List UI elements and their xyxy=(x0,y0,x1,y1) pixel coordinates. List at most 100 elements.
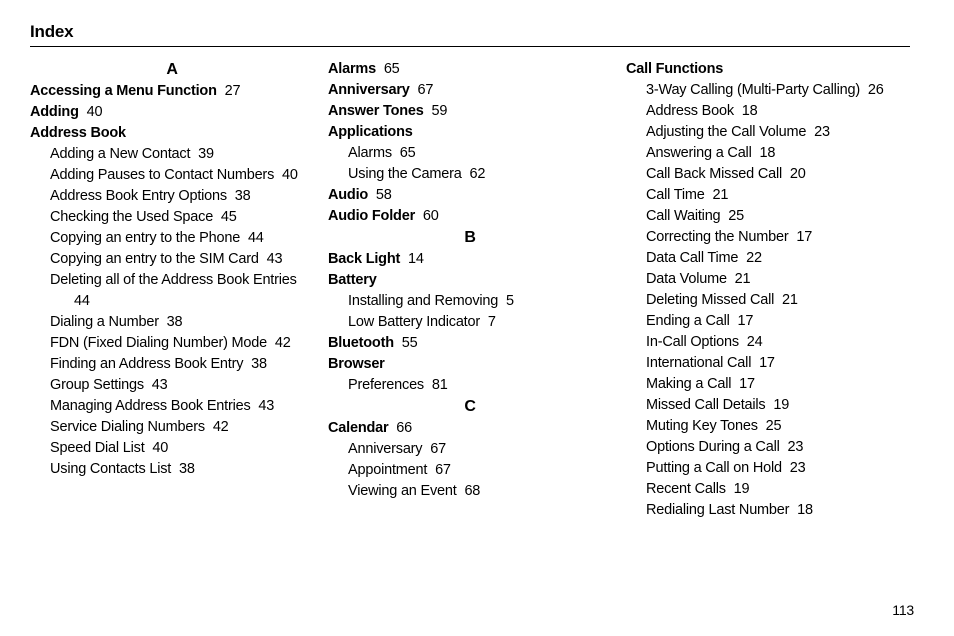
index-subentry: Options During a Call 23 xyxy=(646,437,910,458)
index-subentry: Preferences 81 xyxy=(348,375,612,396)
index-entry-label: Installing and Removing xyxy=(348,293,498,309)
index-entry-label: Applications xyxy=(328,124,413,140)
index-entry-label: Options During a Call xyxy=(646,439,780,455)
index-subentry: Alarms 65 xyxy=(348,143,612,164)
index-letter: B xyxy=(328,229,612,247)
index-entry-label: Finding an Address Book Entry xyxy=(50,356,243,372)
index-subentry: Copying an entry to the SIM Card 43 xyxy=(50,249,314,270)
index-subentry: Deleting Missed Call 21 xyxy=(646,290,910,311)
index-entry-label: Correcting the Number xyxy=(646,229,788,245)
index-entry: Address Book xyxy=(30,123,314,144)
index-entry-page: 40 xyxy=(87,104,103,120)
index-entry-page: 27 xyxy=(225,83,241,99)
page-number: 113 xyxy=(892,602,914,618)
index-subentry: Copying an entry to the Phone 44 xyxy=(50,228,314,249)
index-letter: A xyxy=(30,61,314,79)
index-entry-page: 68 xyxy=(464,483,480,499)
index-entry-label: Managing Address Book Entries xyxy=(50,398,251,414)
index-entry-page: 43 xyxy=(152,377,168,393)
index-subentry: International Call 17 xyxy=(646,353,910,374)
index-entry-label: Using the Camera xyxy=(348,166,462,182)
index-letter: C xyxy=(328,398,612,416)
index-column-1: AAccessing a Menu Function 27Adding 40Ad… xyxy=(30,59,314,521)
index-entry: Audio Folder 60 xyxy=(328,206,612,227)
index-entry: Alarms 65 xyxy=(328,59,612,80)
index-entry-page: 25 xyxy=(766,418,782,434)
index-entry-label: Anniversary xyxy=(348,441,422,457)
index-subentry: Adjusting the Call Volume 23 xyxy=(646,122,910,143)
index-subentry: Finding an Address Book Entry 38 xyxy=(50,354,314,375)
index-entry-page: 23 xyxy=(790,460,806,476)
index-entry: Back Light 14 xyxy=(328,249,612,270)
index-subentry: Dialing a Number 38 xyxy=(50,312,314,333)
index-entry: Anniversary 67 xyxy=(328,80,612,101)
index-subentry: Data Call Time 22 xyxy=(646,248,910,269)
index-subentry: Answering a Call 18 xyxy=(646,143,910,164)
index-entry-page: 55 xyxy=(402,335,418,351)
index-entry-label: Answer Tones xyxy=(328,103,424,119)
index-entry-label: Deleting Missed Call xyxy=(646,292,774,308)
index-subentry: Checking the Used Space 45 xyxy=(50,207,314,228)
index-entry-page: 44 xyxy=(74,293,90,309)
index-entry-page: 18 xyxy=(759,145,775,161)
index-entry-label: Call Back Missed Call xyxy=(646,166,782,182)
index-entry-label: Preferences xyxy=(348,377,424,393)
index-entry-page: 65 xyxy=(384,61,400,77)
index-entry-label: Alarms xyxy=(328,61,376,77)
index-entry-page: 39 xyxy=(198,146,214,162)
index-subentry: Service Dialing Numbers 42 xyxy=(50,417,314,438)
index-entry-label: 3-Way Calling (Multi-Party Calling) xyxy=(646,82,860,98)
index-entry-label: International Call xyxy=(646,355,751,371)
index-entry-page: 38 xyxy=(251,356,267,372)
index-entry-page: 25 xyxy=(728,208,744,224)
index-entry-page: 40 xyxy=(282,167,298,183)
index-subentry: Call Waiting 25 xyxy=(646,206,910,227)
index-entry: Applications xyxy=(328,122,612,143)
index-subentry: Using Contacts List 38 xyxy=(50,459,314,480)
index-entry-page: 67 xyxy=(435,462,451,478)
index-subentry: 3-Way Calling (Multi-Party Calling) 26 xyxy=(646,80,910,101)
index-entry-label: Address Book xyxy=(646,103,734,119)
index-subentry: Address Book 18 xyxy=(646,101,910,122)
index-entry-page: 22 xyxy=(746,250,762,266)
index-subentry: Call Back Missed Call 20 xyxy=(646,164,910,185)
index-subentry: In-Call Options 24 xyxy=(646,332,910,353)
index-entry-label: Missed Call Details xyxy=(646,397,766,413)
index-column-2: Alarms 65Anniversary 67Answer Tones 59Ap… xyxy=(328,59,612,521)
index-entry-page: 38 xyxy=(179,461,195,477)
index-subentry: Speed Dial List 40 xyxy=(50,438,314,459)
index-entry: Accessing a Menu Function 27 xyxy=(30,81,314,102)
index-entry-label: Back Light xyxy=(328,251,400,267)
index-entry-label: Appointment xyxy=(348,462,427,478)
index-entry-label: Bluetooth xyxy=(328,335,394,351)
index-subentry: Call Time 21 xyxy=(646,185,910,206)
index-entry-label: Adjusting the Call Volume xyxy=(646,124,806,140)
index-entry: Calendar 66 xyxy=(328,418,612,439)
index-entry-label: Data Call Time xyxy=(646,250,738,266)
index-entry-label: Adding a New Contact xyxy=(50,146,190,162)
index-entry-label: Copying an entry to the SIM Card xyxy=(50,251,259,267)
index-entry-label: Call Waiting xyxy=(646,208,720,224)
index-entry-label: Call Functions xyxy=(626,61,723,77)
index-entry-label: Putting a Call on Hold xyxy=(646,460,782,476)
index-subentry: Group Settings 43 xyxy=(50,375,314,396)
index-entry-page: 59 xyxy=(431,103,447,119)
index-entry-page: 19 xyxy=(734,481,750,497)
index-entry: Answer Tones 59 xyxy=(328,101,612,122)
index-entry: Audio 58 xyxy=(328,185,612,206)
index-entry: Adding 40 xyxy=(30,102,314,123)
index-columns: AAccessing a Menu Function 27Adding 40Ad… xyxy=(30,59,910,521)
index-entry-label: Answering a Call xyxy=(646,145,752,161)
index-subentry: Correcting the Number 17 xyxy=(646,227,910,248)
index-entry-label: Group Settings xyxy=(50,377,144,393)
index-entry-page: 43 xyxy=(258,398,274,414)
index-entry-page: 23 xyxy=(787,439,803,455)
index-entry-page: 42 xyxy=(275,335,291,351)
index-subentry: Using the Camera 62 xyxy=(348,164,612,185)
index-entry-label: Recent Calls xyxy=(646,481,726,497)
index-entry-page: 21 xyxy=(712,187,728,203)
index-entry-page: 42 xyxy=(213,419,229,435)
index-entry-label: Battery xyxy=(328,272,377,288)
index-entry-page: 65 xyxy=(400,145,416,161)
index-subentry: Ending a Call 17 xyxy=(646,311,910,332)
